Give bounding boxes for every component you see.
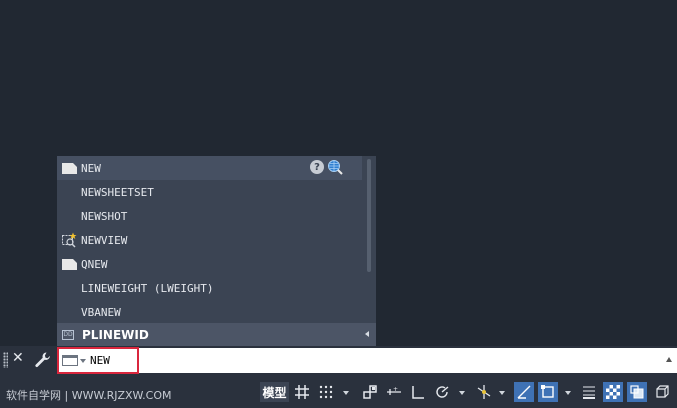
globe-search-icon[interactable] xyxy=(327,159,343,175)
suggestion-scrollbar[interactable] xyxy=(367,159,371,272)
chevron-down-icon[interactable] xyxy=(459,391,465,395)
model-tab[interactable]: 模型 xyxy=(260,382,289,402)
status-bar: 软件自学网 | WWW.RJZXW.COM 模型 + xyxy=(0,374,677,408)
dynamic-input-icon[interactable]: + xyxy=(384,382,404,402)
suggestion-item-newview[interactable]: NEWVIEW xyxy=(57,228,362,252)
chevron-down-icon[interactable] xyxy=(565,391,571,395)
suggestion-item-qnew[interactable]: QNEW xyxy=(57,252,362,276)
suggestion-label: NEWSHEETSET xyxy=(81,185,154,199)
history-up-icon[interactable] xyxy=(666,357,672,362)
transparency-icon[interactable] xyxy=(603,382,623,402)
customize-wrench-icon[interactable] xyxy=(34,351,52,369)
object-snap-tracking-icon[interactable] xyxy=(514,382,534,402)
suggestion-item-newshot[interactable]: NEWSHOT xyxy=(57,204,362,228)
grid-icon[interactable] xyxy=(292,382,312,402)
new-view-icon xyxy=(57,228,81,252)
command-line-bar: ✕ NEW xyxy=(0,346,677,374)
infer-constraints-icon[interactable] xyxy=(360,382,380,402)
command-prompt-icon[interactable] xyxy=(62,355,78,366)
document-icon xyxy=(57,252,81,276)
chevron-down-icon[interactable] xyxy=(499,391,505,395)
command-input[interactable]: NEW xyxy=(57,348,677,373)
watermark: 软件自学网 | WWW.RJZXW.COM xyxy=(6,389,172,402)
selection-cycling-icon[interactable] xyxy=(627,382,647,402)
expand-left-icon[interactable] xyxy=(365,331,369,337)
suggestion-item-lineweight[interactable]: LINEWEIGHT (LWEIGHT) xyxy=(57,276,362,300)
polar-tracking-icon[interactable] xyxy=(432,382,452,402)
drag-grip-icon[interactable] xyxy=(3,352,8,368)
snap-icon[interactable] xyxy=(316,382,336,402)
suggestion-label: QNEW xyxy=(81,257,108,271)
suggestion-item-newsheetset[interactable]: NEWSHEETSET xyxy=(57,180,362,204)
ortho-icon[interactable] xyxy=(408,382,428,402)
suggestion-item-new[interactable]: NEW ? xyxy=(57,156,362,180)
suggestion-item-vbanew[interactable]: VBANEW xyxy=(57,300,362,324)
object-snap-icon[interactable] xyxy=(538,382,558,402)
suggestion-list: NEW ? NEWSHEETSET NEWSHOT NEWVIEW QNEW L… xyxy=(57,156,362,324)
system-variable-icon: DD xyxy=(62,329,74,340)
suggestion-label: VBANEW xyxy=(81,305,121,319)
3d-object-snap-icon[interactable] xyxy=(652,382,672,402)
document-icon xyxy=(57,156,81,180)
system-variable-row[interactable]: DD PLINEWID xyxy=(57,323,376,346)
suggestion-label: NEWSHOT xyxy=(81,209,128,223)
command-input-value: NEW xyxy=(90,354,110,367)
close-icon[interactable]: ✕ xyxy=(12,350,24,366)
autocomplete-popup: NEW ? NEWSHEETSET NEWSHOT NEWVIEW QNEW L… xyxy=(57,156,376,346)
help-icon[interactable]: ? xyxy=(310,160,324,174)
suggestion-label: NEW xyxy=(81,161,101,175)
chevron-down-icon[interactable] xyxy=(343,391,349,395)
chevron-down-icon[interactable] xyxy=(80,359,86,363)
isodraft-icon[interactable] xyxy=(474,382,494,402)
suggestion-label: NEWVIEW xyxy=(81,233,128,247)
suggestion-label: LINEWEIGHT (LWEIGHT) xyxy=(81,281,214,295)
svg-text:+: + xyxy=(393,386,398,393)
lineweight-icon[interactable] xyxy=(579,382,599,402)
system-variable-label: PLINEWID xyxy=(82,327,149,342)
